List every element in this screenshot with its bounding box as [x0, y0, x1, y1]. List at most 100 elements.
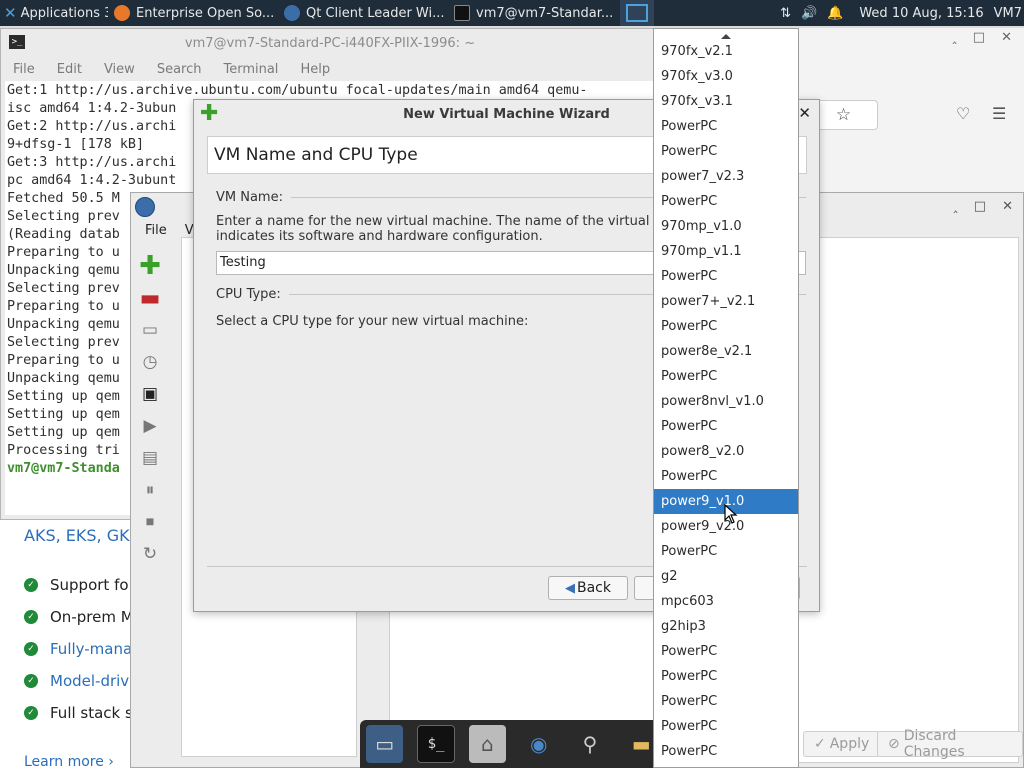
menu-file[interactable]: File	[145, 223, 167, 238]
maximize-icon[interactable]: □	[974, 199, 986, 214]
pocket-icon[interactable]: ♡	[956, 104, 970, 123]
terminal-titlebar: >_ vm7@vm7-Standard-PC-i440FX-PIIX-1996:…	[1, 29, 659, 57]
clock[interactable]: Wed 10 Aug, 15:16	[859, 6, 983, 21]
cpu-option[interactable]: PowerPC	[654, 464, 798, 489]
terminal-icon: >_	[9, 35, 25, 49]
cpu-type-dropdown-list[interactable]: 970fx_v2.1 970fx_v3.0 970fx_v3.1 PowerPC Pow…	[653, 28, 799, 768]
cpu-option[interactable]: PowerPC	[654, 664, 798, 689]
taskbar-item-label: Enterprise Open So...	[136, 5, 275, 21]
feature-item: ✓ Support fo	[24, 576, 129, 594]
applications-label: Applications	[20, 5, 100, 21]
firefox-icon	[114, 5, 130, 21]
check-icon: ✓	[24, 578, 38, 592]
close-icon[interactable]: ✕	[1001, 30, 1012, 45]
url-bar[interactable]: ☆	[810, 100, 878, 130]
cpu-option[interactable]: PowerPC	[654, 114, 798, 139]
cpu-option[interactable]: PowerPC	[654, 639, 798, 664]
hamburger-menu-icon[interactable]: ☰	[992, 104, 1006, 123]
cpu-option[interactable]: PowerPC	[654, 264, 798, 289]
user-menu[interactable]: VM7	[994, 6, 1022, 21]
snapshot-clock-icon[interactable]: ◷	[137, 349, 163, 375]
virt-manager-icon	[284, 5, 300, 21]
learn-more-link[interactable]: Learn more ›	[24, 754, 114, 768]
taskbar-item-firefox[interactable]: Enterprise Open So...	[108, 0, 278, 26]
save-icon[interactable]: ▤	[137, 445, 163, 471]
cpu-option[interactable]: mpc603	[654, 589, 798, 614]
run-icon[interactable]: ▶	[137, 413, 163, 439]
web-browser-icon[interactable]: ◉	[520, 725, 557, 763]
cpu-option[interactable]: power8nvl_v1.0	[654, 389, 798, 414]
console-icon[interactable]: ▣	[137, 381, 163, 407]
cpu-option[interactable]: PowerPC	[654, 689, 798, 714]
stop-icon[interactable]: ⏹	[137, 509, 163, 535]
scroll-up-arrow-icon[interactable]	[654, 29, 798, 39]
notification-bell-icon[interactable]: 🔔	[827, 6, 843, 21]
apply-button[interactable]: ✓ Apply	[803, 731, 881, 757]
feature-item: ✓ Full stack s	[24, 704, 133, 722]
feature-link[interactable]: ✓ Fully-mana	[24, 640, 132, 658]
cpu-option[interactable]: PowerPC	[654, 189, 798, 214]
taskbar-item-terminal[interactable]: vm7@vm7-Standar...	[448, 0, 620, 26]
taskbar-item-wizard[interactable]	[620, 0, 654, 26]
close-icon[interactable]: ✕	[798, 104, 811, 122]
cpu-option[interactable]: power7+_v2.1	[654, 289, 798, 314]
close-icon[interactable]: ✕	[1002, 199, 1013, 214]
taskbar-item-virt-manager[interactable]: Qt Client Leader Wi...	[278, 0, 448, 26]
terminal-menubar: File Edit View Search Terminal Help	[1, 57, 659, 81]
back-arrow-icon: ◀	[565, 580, 575, 596]
cpu-option[interactable]: g2	[654, 564, 798, 589]
web-page-content: AKS, EKS, GK ✓ Support fo ✓ On-prem M ✓ …	[0, 520, 140, 768]
back-button[interactable]: ◀ Back	[548, 576, 628, 600]
cpu-option[interactable]: g2hip3	[654, 614, 798, 639]
menu-help[interactable]: Help	[300, 62, 330, 77]
cpu-type-help-text: Select a CPU type for your new virtual m…	[216, 314, 529, 329]
cpu-option[interactable]: PowerPC	[654, 139, 798, 164]
storage-icon[interactable]: ▭	[137, 317, 163, 343]
feature-item: ✓ On-prem M	[24, 608, 134, 626]
window-controls: ‸ □ ✕	[953, 199, 1013, 214]
bookmark-star-icon[interactable]: ☆	[836, 105, 851, 125]
cpu-option[interactable]: power8_v2.0	[654, 439, 798, 464]
search-icon[interactable]: ⚲	[571, 725, 608, 763]
window-title: vm7@vm7-Standard-PC-i440FX-PIIX-1996: ~	[184, 35, 476, 51]
menu-view[interactable]: View	[104, 62, 135, 77]
network-icon[interactable]: ⇅	[780, 6, 791, 21]
cpu-option[interactable]: PowerPC	[654, 314, 798, 339]
cpu-option[interactable]: PowerPC	[654, 539, 798, 564]
cpu-option[interactable]: PowerPC	[654, 364, 798, 389]
minimize-icon[interactable]: ‸	[952, 30, 956, 45]
terminal-launcher-icon[interactable]: $_	[417, 725, 455, 763]
menu-file[interactable]: File	[13, 62, 35, 77]
cpu-option[interactable]: power7_v2.3	[654, 164, 798, 189]
add-vm-icon[interactable]: ✚	[137, 251, 163, 281]
menu-search[interactable]: Search	[157, 62, 202, 77]
applications-menu[interactable]: ✕ Applications 3	[0, 4, 108, 22]
refresh-icon[interactable]: ↻	[137, 541, 163, 567]
maximize-icon[interactable]: □	[973, 30, 985, 45]
cpu-option[interactable]: 970fx_v2.1	[654, 39, 798, 64]
cpu-option[interactable]: 970mp_v1.0	[654, 214, 798, 239]
volume-icon[interactable]: 🔊	[801, 6, 817, 21]
cpu-option[interactable]: 970fx_v3.0	[654, 64, 798, 89]
menu-terminal[interactable]: Terminal	[223, 62, 278, 77]
cpu-option[interactable]: PowerPC	[654, 714, 798, 739]
menu-edit[interactable]: Edit	[57, 62, 82, 77]
check-icon: ✓	[24, 674, 38, 688]
home-folder-icon[interactable]: ⌂	[468, 725, 507, 763]
terminal-line: Get:1 http://us.archive.ubuntu.com/ubunt…	[7, 83, 588, 98]
show-desktop-icon[interactable]: ▭	[366, 725, 404, 763]
cpu-option[interactable]: 970fx_v3.1	[654, 89, 798, 114]
cpu-option[interactable]: power8e_v2.1	[654, 339, 798, 364]
pause-icon[interactable]: ⏸	[137, 477, 163, 503]
dock: ▭ $_ ⌂ ◉ ⚲ ▬	[360, 720, 660, 768]
feature-link[interactable]: ✓ Model-driv	[24, 672, 129, 690]
cpu-option[interactable]: PowerPC	[654, 414, 798, 439]
system-tray: ⇅ 🔊 🔔 Wed 10 Aug, 15:16 VM7	[780, 0, 1024, 26]
minimize-icon[interactable]: ‸	[953, 199, 957, 214]
cpu-option[interactable]: 970mp_v1.1	[654, 239, 798, 264]
discard-icon: ⊘	[888, 736, 900, 752]
discard-changes-button[interactable]: ⊘ Discard Changes	[877, 728, 1023, 760]
virt-manager-menubar: File VI	[145, 223, 198, 238]
remove-vm-icon[interactable]: ▬	[137, 285, 163, 311]
cpu-option[interactable]: PowerPC	[654, 739, 798, 764]
